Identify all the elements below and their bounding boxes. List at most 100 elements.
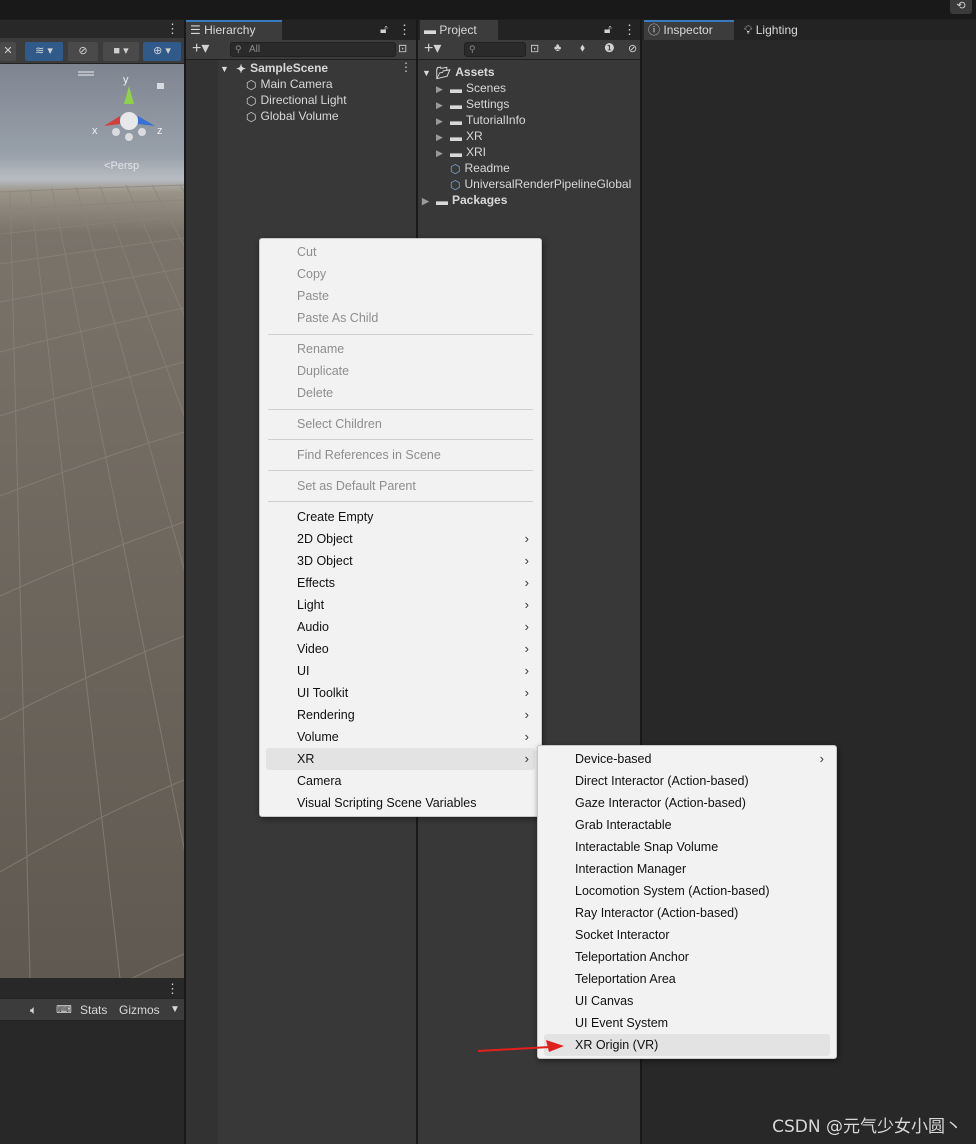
tab-project[interactable]: ▬ Project: [420, 20, 498, 40]
project-folder[interactable]: ▶ ▬ XRI: [436, 144, 486, 160]
scene-row[interactable]: ▼ ✦ SampleScene: [220, 60, 416, 76]
menu-item-light[interactable]: Light ›: [266, 594, 535, 616]
menu-item-volume[interactable]: Volume ›: [266, 726, 535, 748]
menu-item-label: Effects: [297, 576, 335, 590]
project-folder[interactable]: ▶ ▬ Settings: [436, 96, 509, 112]
menu-item-label: XR: [297, 752, 315, 766]
menu-item-camera[interactable]: Camera: [266, 770, 535, 792]
submenu-item[interactable]: Socket Interactor: [544, 924, 830, 946]
submenu-item[interactable]: Direct Interactor (Action-based): [544, 770, 830, 792]
readme-asset-icon: ⬡: [450, 161, 461, 176]
gizmos-dropdown-icon[interactable]: ▼: [170, 1001, 180, 1019]
collapse-arrow-icon[interactable]: ▶: [436, 81, 446, 97]
submenu-item[interactable]: Grab Interactable: [544, 814, 830, 836]
packages-folder-row[interactable]: ▶ ▬ Packages: [422, 192, 507, 208]
hierarchy-item[interactable]: ⬡ Global Volume: [246, 108, 339, 124]
menu-item-2d-object[interactable]: 2D Object ›: [266, 528, 535, 550]
collapse-arrow-icon[interactable]: ▶: [436, 113, 446, 129]
collapse-arrow-icon[interactable]: ▶: [436, 97, 446, 113]
search-scope-icon[interactable]: ⊡: [530, 42, 539, 55]
scene-panel-menu-icon[interactable]: ⋮: [166, 21, 179, 37]
submenu-item[interactable]: Gaze Interactor (Action-based): [544, 792, 830, 814]
project-folder[interactable]: ▶ ▬ XR: [436, 128, 483, 144]
submenu-item-xr-origin-vr[interactable]: XR Origin (VR): [544, 1034, 830, 1056]
menu-item-ui-toolkit[interactable]: UI Toolkit ›: [266, 682, 535, 704]
menu-item-video[interactable]: Video ›: [266, 638, 535, 660]
gizmos-button[interactable]: Gizmos: [119, 1001, 160, 1019]
tab-hierarchy[interactable]: ☰ Hierarchy: [186, 20, 282, 40]
lock-icon[interactable]: 🔓︎: [380, 22, 388, 37]
audio-mute-icon[interactable]: ✕: [0, 42, 16, 61]
expand-arrow-icon[interactable]: ▼: [422, 65, 432, 81]
menu-item-ui[interactable]: UI ›: [266, 660, 535, 682]
add-icon[interactable]: +▾: [192, 40, 209, 58]
project-folder[interactable]: ▶ ▬ TutorialInfo: [436, 112, 526, 128]
folder-tab-icon: ▬: [424, 23, 436, 37]
project-folder[interactable]: ▶ ▬ Scenes: [436, 80, 506, 96]
lock-icon[interactable]: 🔓︎: [604, 22, 612, 37]
collapse-arrow-icon[interactable]: ▶: [422, 193, 432, 209]
submenu-item[interactable]: Teleportation Anchor: [544, 946, 830, 968]
menu-item-rendering[interactable]: Rendering ›: [266, 704, 535, 726]
tab-inspector[interactable]: ⓘ Inspector: [644, 20, 734, 40]
assets-folder-row[interactable]: ▼ 📂︎ Assets: [422, 64, 495, 80]
layers-dropdown-icon[interactable]: ≋ ▾: [25, 42, 63, 61]
create-icon[interactable]: +▾: [424, 40, 441, 58]
filter-type-icon[interactable]: ♣: [554, 42, 561, 54]
project-file[interactable]: ⬡ Readme: [450, 160, 510, 176]
scene-toolbar: ✕ ≋ ▾ ⊘ ■ ▾ ⊕ ▾: [0, 38, 185, 64]
scene-row-menu-icon[interactable]: ⋮: [400, 60, 412, 74]
hidden-packages-icon[interactable]: ⊘: [628, 42, 637, 55]
gameobject-icon: ⬡: [246, 93, 257, 108]
camera-dropdown-icon[interactable]: ■ ▾: [103, 42, 139, 61]
game-tab-header: ⋮: [0, 978, 184, 998]
keyboard-icon[interactable]: ⌨: [56, 1001, 72, 1019]
menu-item-cut: Cut: [297, 245, 317, 259]
menu-item-create-empty[interactable]: Create Empty: [266, 506, 535, 528]
hierarchy-item[interactable]: ⬡ Directional Light: [246, 92, 347, 108]
folder-icon: ▬: [450, 113, 462, 128]
label-icon[interactable]: ⬧: [580, 42, 585, 55]
visibility-toggle-icon[interactable]: ⊘: [68, 42, 98, 61]
speaker-icon[interactable]: 🔈︎: [30, 1001, 37, 1019]
menu-item-3d-object[interactable]: 3D Object ›: [266, 550, 535, 572]
gameobject-icon: ⬡: [246, 77, 257, 92]
hierarchy-menu-icon[interactable]: ⋮: [398, 22, 411, 38]
hierarchy-item-label: Global Volume: [260, 109, 339, 123]
scene-search-icon[interactable]: ⊡: [398, 42, 407, 55]
submenu-item[interactable]: Interactable Snap Volume: [544, 836, 830, 858]
tab-lighting[interactable]: 💡︎ Lighting: [740, 20, 820, 40]
menu-item-visual-scripting-scene-variables[interactable]: Visual Scripting Scene Variables: [266, 792, 535, 814]
submenu-item[interactable]: UI Event System: [544, 1012, 830, 1034]
menu-item-audio[interactable]: Audio ›: [266, 616, 535, 638]
submenu-item[interactable]: Locomotion System (Action-based): [544, 880, 830, 902]
history-icon[interactable]: ⟲: [950, 0, 972, 14]
submenu-item[interactable]: Interaction Manager: [544, 858, 830, 880]
project-menu-icon[interactable]: ⋮: [623, 22, 636, 38]
project-search-input[interactable]: ⚲: [464, 42, 526, 57]
tab-inspector-label: Inspector: [663, 23, 713, 37]
submenu-item-device-based[interactable]: Device-based ›: [544, 748, 830, 770]
submenu-item[interactable]: Teleportation Area: [544, 968, 830, 990]
scene-viewport[interactable]: y x z: [0, 64, 184, 978]
hierarchy-item[interactable]: ⬡ Main Camera: [246, 76, 333, 92]
gizmo-dropdown-icon[interactable]: ⊕ ▾: [143, 42, 181, 61]
top-bar: [0, 0, 976, 19]
submenu-item[interactable]: UI Canvas: [544, 990, 830, 1012]
menu-item-find-references: Find References in Scene: [297, 448, 441, 462]
persp-text: Persp: [110, 160, 140, 172]
collapse-arrow-icon[interactable]: ▶: [436, 145, 446, 161]
menu-item-effects[interactable]: Effects ›: [266, 572, 535, 594]
submenu-arrow-icon: ›: [524, 663, 529, 678]
menu-item-label: Rendering: [297, 708, 355, 722]
warning-icon[interactable]: ❶: [604, 41, 615, 55]
hierarchy-search-input[interactable]: ⚲ All: [230, 42, 396, 57]
collapse-arrow-icon[interactable]: ▶: [436, 129, 446, 145]
persp-label[interactable]: <Persp: [104, 160, 139, 172]
project-file[interactable]: ⬡ UniversalRenderPipelineGlobal: [450, 176, 640, 192]
expand-arrow-icon[interactable]: ▼: [220, 61, 232, 77]
stats-button[interactable]: Stats: [80, 1001, 107, 1019]
submenu-item[interactable]: Ray Interactor (Action-based): [544, 902, 830, 924]
menu-item-xr[interactable]: XR ›: [266, 748, 535, 770]
game-panel-menu-icon[interactable]: ⋮: [166, 981, 179, 997]
